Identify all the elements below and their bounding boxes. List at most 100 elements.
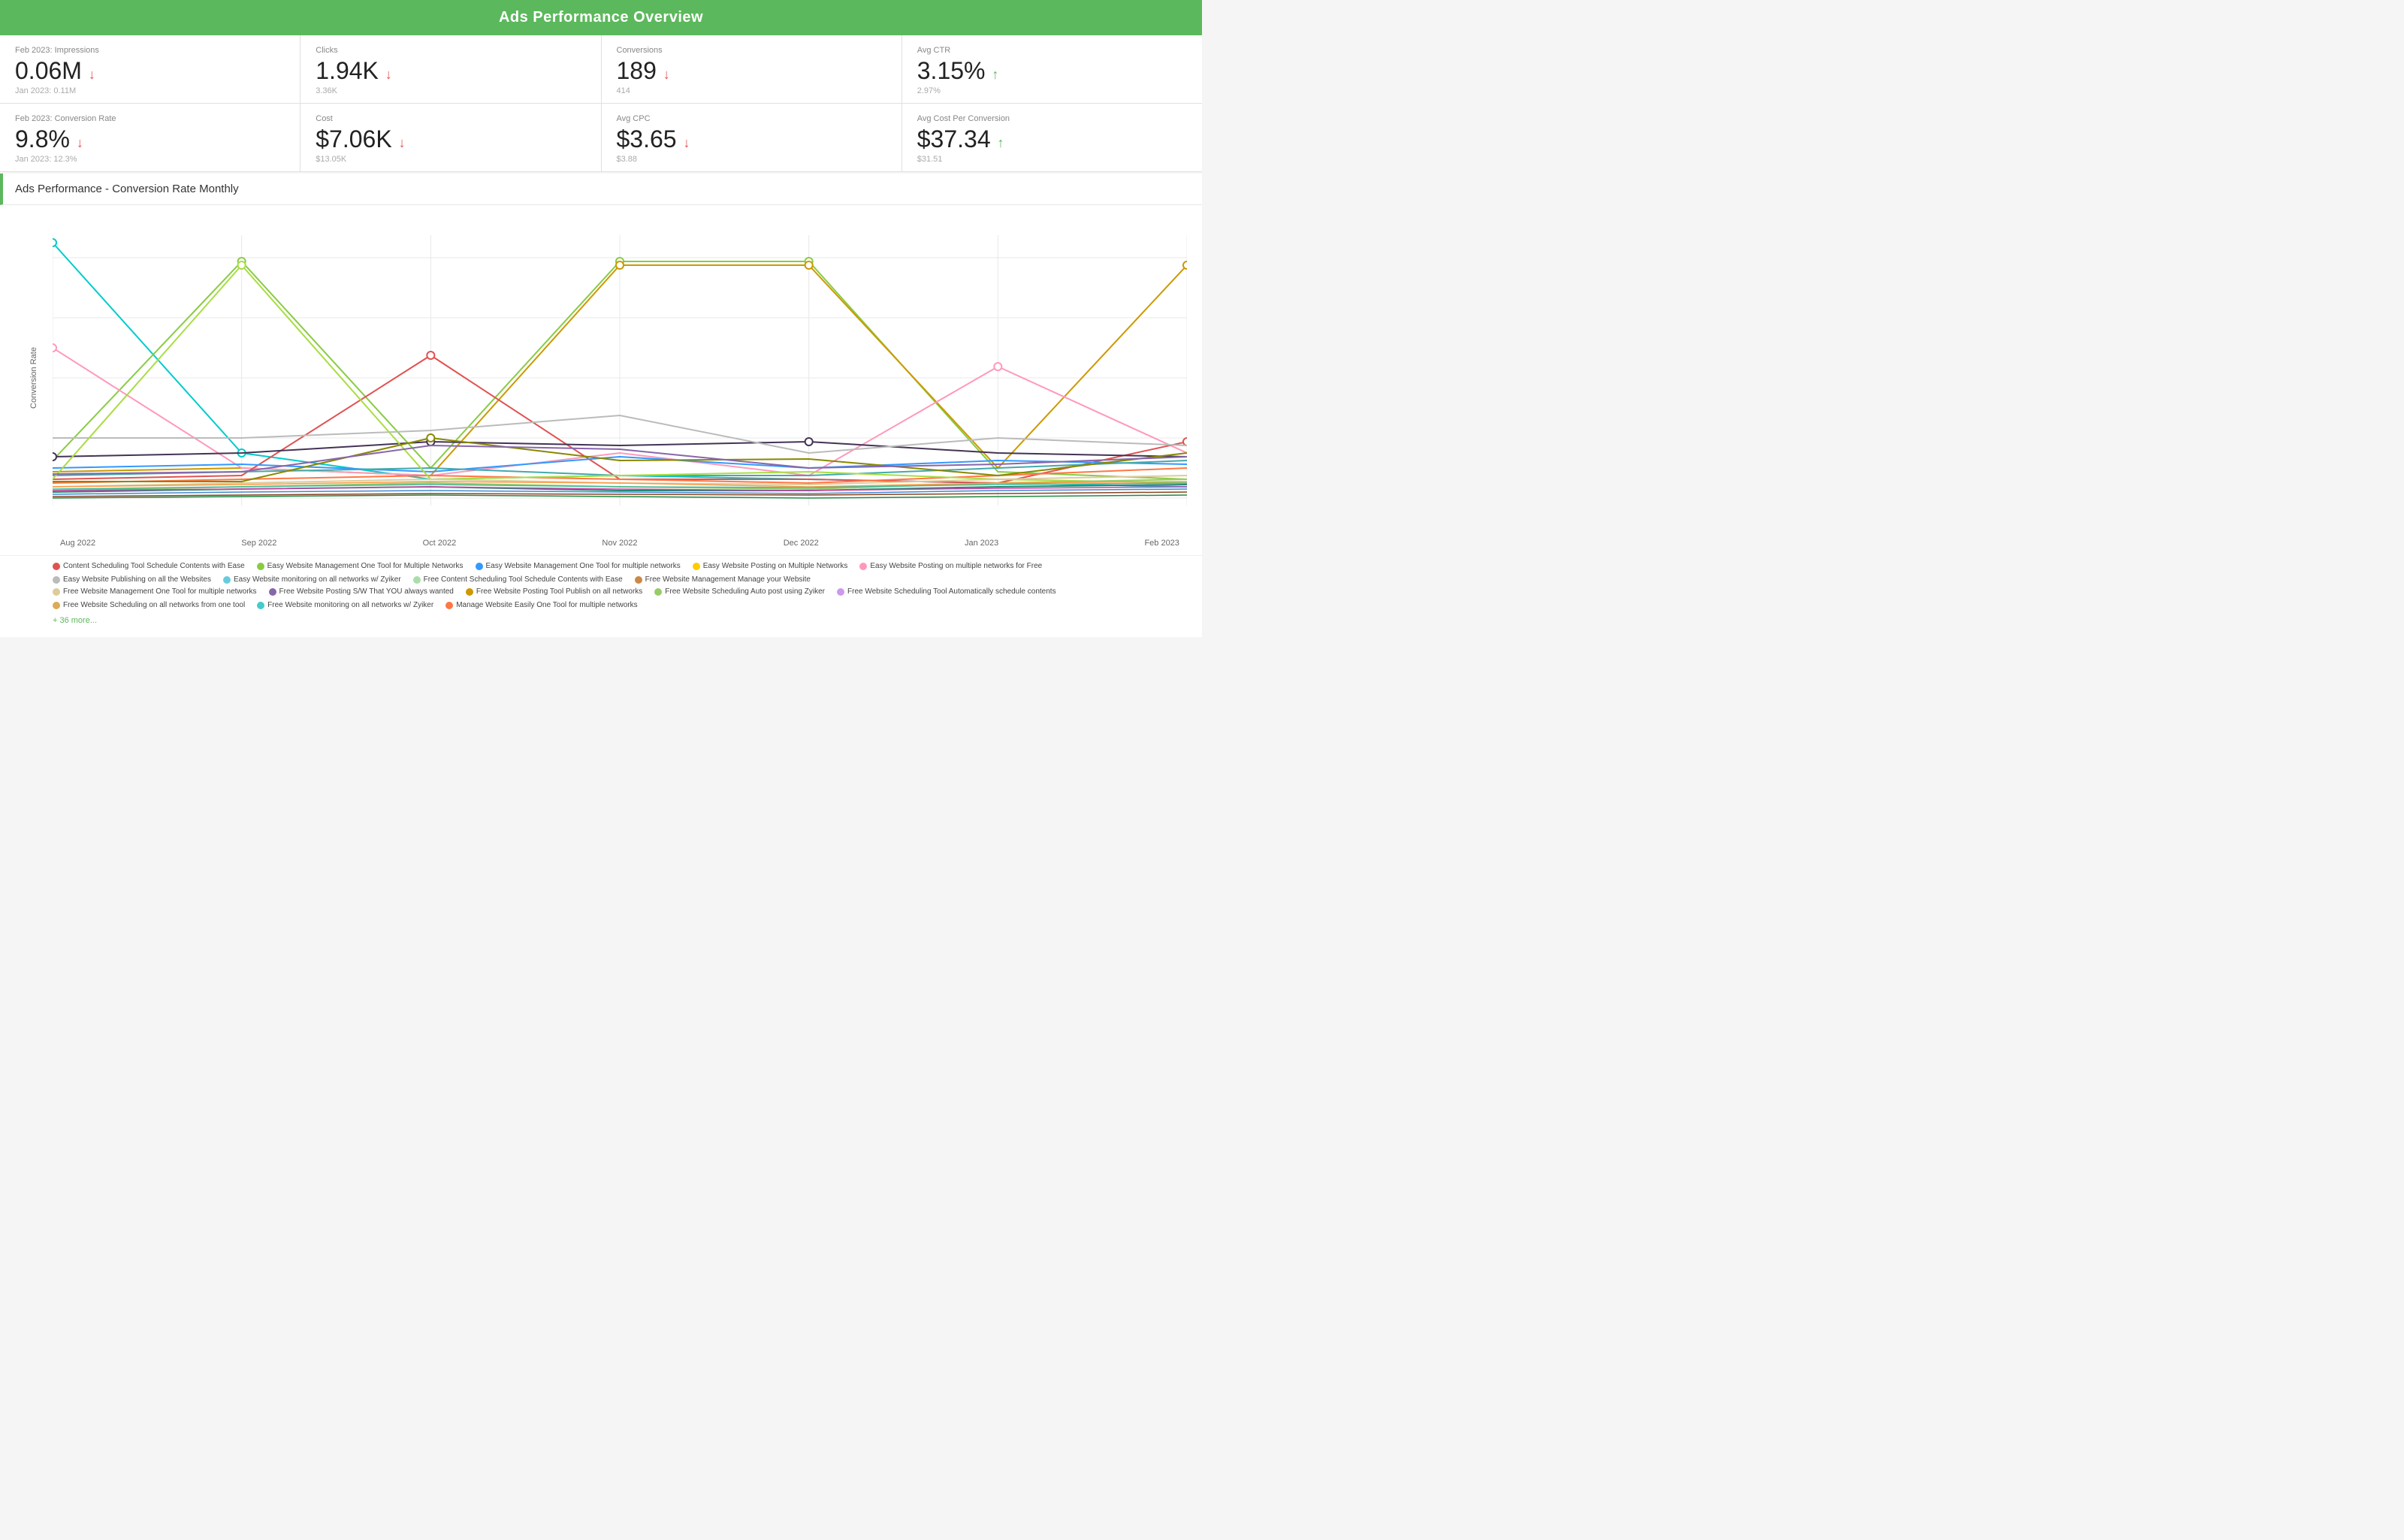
x-label-oct: Oct 2022 [423, 539, 457, 548]
legend-item-13: Free Website Scheduling Auto post using … [654, 587, 825, 596]
x-label-sep: Sep 2022 [241, 539, 276, 548]
avg-cost-per-conversion-sub: $31.51 [917, 155, 1187, 164]
metric-clicks: Clicks 1.94K ↓ 3.36K [300, 35, 601, 103]
impressions-arrow: ↓ [89, 67, 95, 82]
page-header: Ads Performance Overview [0, 0, 1202, 35]
avg-cpc-sub: $3.88 [617, 155, 886, 164]
legend-dot-3 [476, 563, 483, 570]
legend-area: Content Scheduling Tool Schedule Content… [0, 555, 1202, 637]
metric-avg-cpc: Avg CPC $3.65 ↓ $3.88 [602, 104, 902, 171]
legend-item-2: Easy Website Management One Tool for Mul… [257, 562, 464, 570]
y-axis-label: Conversion Rate [29, 347, 38, 409]
legend-dot-1 [53, 563, 60, 570]
metric-cost: Cost $7.06K ↓ $13.05K [300, 104, 601, 171]
chart-area: Conversion Rate 10% 34% 58% 82% [0, 205, 1202, 555]
clicks-label: Clicks [316, 46, 585, 55]
metric-avg-ctr: Avg CTR 3.15% ↑ 2.97% [902, 35, 1202, 103]
conversion-rate-label: Feb 2023: Conversion Rate [15, 114, 285, 123]
legend-label-17: Manage Website Easily One Tool for multi… [456, 601, 637, 609]
legend-item-14: Free Website Scheduling Tool Automatical… [837, 587, 1056, 596]
avg-cost-per-conversion-label: Avg Cost Per Conversion [917, 114, 1187, 123]
legend-dot-17 [445, 602, 453, 609]
legend-label-4: Easy Website Posting on Multiple Network… [703, 562, 848, 570]
x-label-dec: Dec 2022 [784, 539, 819, 548]
legend-item-5: Easy Website Posting on multiple network… [859, 562, 1042, 570]
avg-cost-per-conversion-arrow: ↑ [998, 135, 1004, 150]
metrics-row-2: Feb 2023: Conversion Rate 9.8% ↓ Jan 202… [0, 104, 1202, 172]
legend-label-14: Free Website Scheduling Tool Automatical… [847, 587, 1056, 596]
legend-dot-2 [257, 563, 264, 570]
legend-label-13: Free Website Scheduling Auto post using … [665, 587, 825, 596]
cost-label: Cost [316, 114, 585, 123]
metric-conversions: Conversions 189 ↓ 414 [602, 35, 902, 103]
legend-label-12: Free Website Posting Tool Publish on all… [476, 587, 642, 596]
legend-dot-15 [53, 602, 60, 609]
x-label-feb: Feb 2023 [1144, 539, 1179, 548]
legend-label-8: Free Content Scheduling Tool Schedule Co… [424, 575, 623, 584]
conversions-sub: 414 [617, 86, 886, 95]
line-chart-svg: 10% 34% 58% 82% [53, 220, 1187, 536]
legend-dot-12 [466, 588, 473, 596]
legend-more[interactable]: + 36 more... [53, 613, 1187, 628]
avg-ctr-sub: 2.97% [917, 86, 1187, 95]
avg-ctr-arrow: ↑ [992, 67, 998, 82]
legend-dot-7 [223, 576, 231, 584]
clicks-value: 1.94K ↓ [316, 58, 585, 84]
legend-label-5: Easy Website Posting on multiple network… [870, 562, 1042, 570]
metrics-row-1: Feb 2023: Impressions 0.06M ↓ Jan 2023: … [0, 35, 1202, 104]
legend-label-6: Easy Website Publishing on all the Websi… [63, 575, 211, 584]
x-label-aug: Aug 2022 [60, 539, 95, 548]
chart-section-title: Ads Performance - Conversion Rate Monthl… [0, 174, 1202, 205]
page-title: Ads Performance Overview [499, 9, 703, 26]
conversions-label: Conversions [617, 46, 886, 55]
legend-label-11: Free Website Posting S/W That YOU always… [279, 587, 454, 596]
conversion-rate-arrow: ↓ [77, 135, 83, 150]
legend-item-16: Free Website monitoring on all networks … [257, 601, 433, 609]
legend-label-1: Content Scheduling Tool Schedule Content… [63, 562, 245, 570]
cost-value: $7.06K ↓ [316, 126, 585, 152]
metric-impressions: Feb 2023: Impressions 0.06M ↓ Jan 2023: … [0, 35, 300, 103]
legend-dot-9 [635, 576, 642, 584]
clicks-sub: 3.36K [316, 86, 585, 95]
cost-arrow: ↓ [399, 135, 406, 150]
conversions-arrow: ↓ [663, 67, 670, 82]
conversions-value: 189 ↓ [617, 58, 886, 84]
metric-avg-cost-per-conversion: Avg Cost Per Conversion $37.34 ↑ $31.51 [902, 104, 1202, 171]
legend-item-8: Free Content Scheduling Tool Schedule Co… [413, 575, 623, 584]
legend-label-10: Free Website Management One Tool for mul… [63, 587, 257, 596]
legend-label-16: Free Website monitoring on all networks … [267, 601, 433, 609]
legend-item-1: Content Scheduling Tool Schedule Content… [53, 562, 245, 570]
legend-row-1: Content Scheduling Tool Schedule Content… [53, 562, 1187, 586]
legend-dot-4 [693, 563, 700, 570]
avg-cpc-label: Avg CPC [617, 114, 886, 123]
cost-sub: $13.05K [316, 155, 585, 164]
x-label-jan: Jan 2023 [965, 539, 998, 548]
legend-dot-11 [269, 588, 276, 596]
metric-conversion-rate: Feb 2023: Conversion Rate 9.8% ↓ Jan 202… [0, 104, 300, 171]
legend-item-7: Easy Website monitoring on all networks … [223, 575, 401, 584]
conversion-rate-value: 9.8% ↓ [15, 126, 285, 152]
legend-dot-14 [837, 588, 844, 596]
legend-item-9: Free Website Management Manage your Webs… [635, 575, 811, 584]
avg-ctr-label: Avg CTR [917, 46, 1187, 55]
legend-item-17: Manage Website Easily One Tool for multi… [445, 601, 637, 609]
legend-dot-6 [53, 576, 60, 584]
legend-item-4: Easy Website Posting on Multiple Network… [693, 562, 848, 570]
legend-dot-10 [53, 588, 60, 596]
legend-label-7: Easy Website monitoring on all networks … [234, 575, 401, 584]
legend-dot-16 [257, 602, 264, 609]
legend-row-2: Free Website Management One Tool for mul… [53, 587, 1187, 611]
conversion-rate-sub: Jan 2023: 12.3% [15, 155, 285, 164]
impressions-sub: Jan 2023: 0.11M [15, 86, 285, 95]
legend-item-3: Easy Website Management One Tool for mul… [476, 562, 681, 570]
legend-label-15: Free Website Scheduling on all networks … [63, 601, 245, 609]
legend-item-6: Easy Website Publishing on all the Websi… [53, 575, 211, 584]
legend-item-11: Free Website Posting S/W That YOU always… [269, 587, 454, 596]
avg-cpc-value: $3.65 ↓ [617, 126, 886, 152]
legend-item-10: Free Website Management One Tool for mul… [53, 587, 257, 596]
legend-label-2: Easy Website Management One Tool for Mul… [267, 562, 464, 570]
avg-cost-per-conversion-value: $37.34 ↑ [917, 126, 1187, 152]
avg-ctr-value: 3.15% ↑ [917, 58, 1187, 84]
impressions-label: Feb 2023: Impressions [15, 46, 285, 55]
legend-dot-8 [413, 576, 421, 584]
